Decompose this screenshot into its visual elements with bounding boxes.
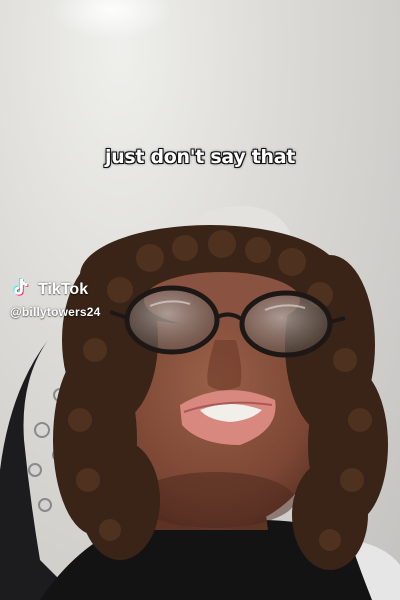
ceiling-light [52, 0, 172, 40]
video-caption: just don't say that [104, 146, 296, 168]
video-frame[interactable]: just don't say that TikTok @billytowers2… [0, 0, 400, 600]
tiktok-note-icon [10, 276, 32, 303]
creator-handle[interactable]: @billytowers24 [10, 305, 101, 319]
tiktok-brand-label: TikTok [38, 280, 89, 298]
tiktok-watermark: TikTok @billytowers24 [10, 276, 101, 319]
